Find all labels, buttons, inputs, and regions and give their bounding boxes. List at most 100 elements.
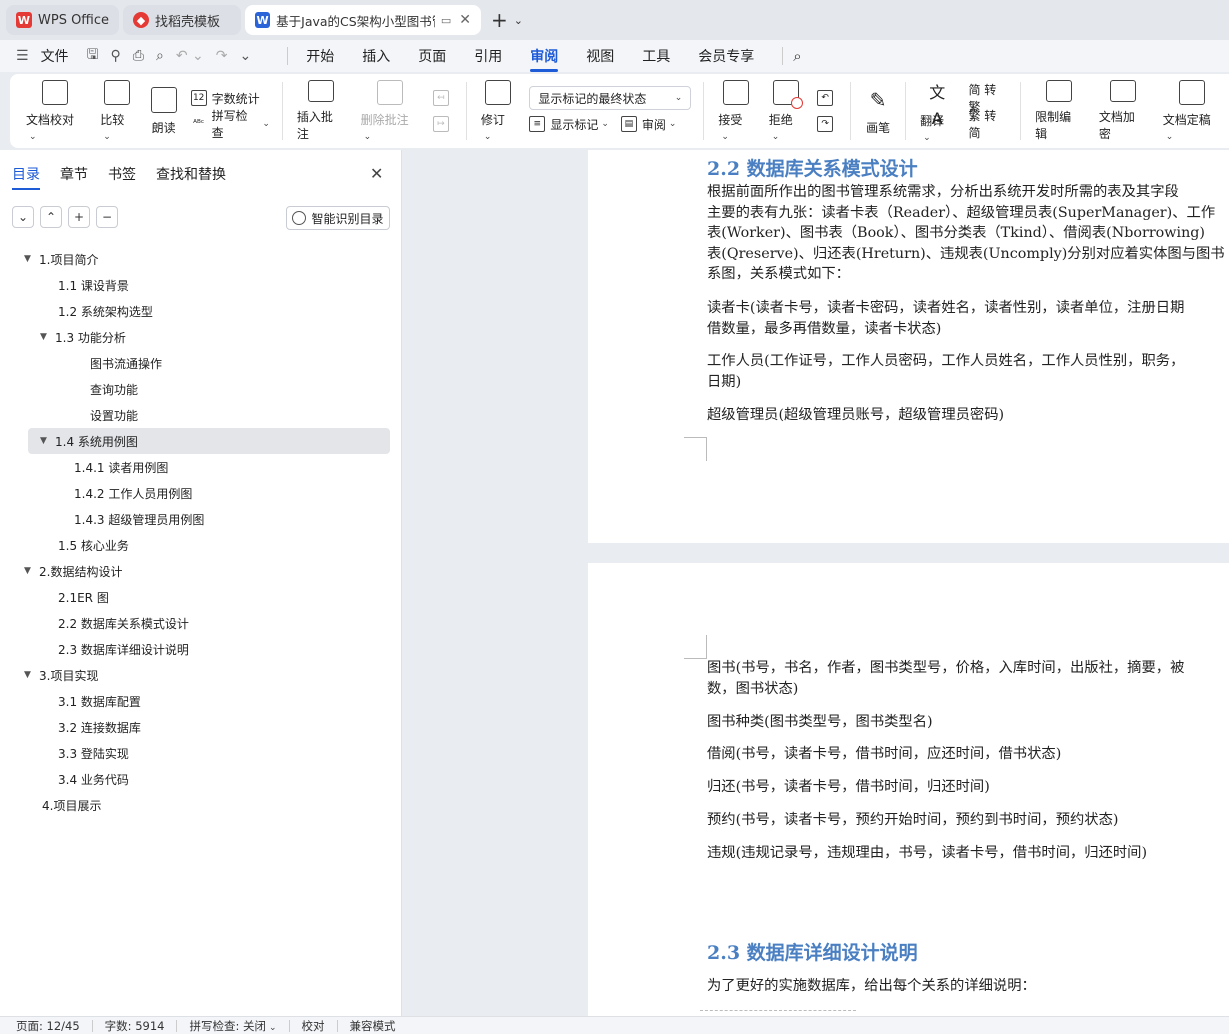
print-preview-icon[interactable]: ⌕ xyxy=(156,48,164,64)
chevron-down-icon[interactable]: ⌄ xyxy=(514,14,523,27)
toc-item[interactable]: 3.4 业务代码 xyxy=(0,766,402,792)
navigation-pane: 目录 章节 书签 查找和替换 ✕ ⌄ ⌃ + − 智能识别目录 ▼ 1.项目简介 1… xyxy=(0,150,402,1016)
tab-find-replace[interactable]: 查找和替换 xyxy=(156,164,226,184)
tab-bookmarks[interactable]: 书签 xyxy=(108,164,136,184)
delete-comment-button[interactable]: 删除批注⌄ xyxy=(353,80,427,142)
accept-button[interactable]: 接受⌄ xyxy=(710,80,760,142)
next-comment-icon[interactable]: ↦ xyxy=(432,116,449,132)
translate-button[interactable]: 文A 翻译⌄ xyxy=(912,80,962,143)
track-changes-button[interactable]: 修订⌄ xyxy=(473,80,523,142)
menu-review[interactable]: 审阅 xyxy=(530,46,559,72)
expand-triangle-icon[interactable]: ▼ xyxy=(40,332,52,342)
document-page[interactable]: 2.2 数据库关系模式设计 根据前面所作出的图书管理系统需求，分析出系统开发时所… xyxy=(588,150,1229,543)
encrypt-button[interactable]: 文档加密 xyxy=(1091,80,1155,142)
toc-item-label: 1.4.2 工作人员用例图 xyxy=(74,486,193,501)
toc-item[interactable]: 1.4.3 超级管理员用例图 xyxy=(0,506,402,532)
toc-item[interactable]: ▼ 1.3 功能分析 xyxy=(0,324,402,350)
show-markup-button[interactable]: ≡ 显示标记 ⌄ xyxy=(529,116,609,133)
menu-view[interactable]: 视图 xyxy=(586,46,614,66)
save-icon[interactable]: 🖫 xyxy=(87,44,99,68)
expand-triangle-icon[interactable]: ▼ xyxy=(24,254,36,264)
prev-comment-icon[interactable]: ↤ xyxy=(432,90,449,106)
finalize-button[interactable]: 文档定稿⌄ xyxy=(1155,80,1229,142)
tab-sections[interactable]: 章节 xyxy=(60,164,88,184)
tab-document[interactable]: W 基于Java的CS架构小型图书管 ▭ ✕ xyxy=(245,5,482,35)
menu-file[interactable]: 文件 xyxy=(41,46,69,66)
compare-icon xyxy=(104,80,131,105)
print-icon[interactable]: ⎙ xyxy=(133,48,144,64)
expand-icon[interactable]: ⌄ xyxy=(12,206,34,228)
toc-item[interactable]: 2.2 数据库关系模式设计 xyxy=(0,610,402,636)
tab-docer[interactable]: ◆ 找稻壳模板 xyxy=(123,5,242,35)
toc-item[interactable]: ▼ 3.项目实现 xyxy=(0,662,402,688)
toc-item[interactable]: ▼ 1.项目简介 xyxy=(0,246,402,272)
toc-item[interactable]: 4.项目展示 xyxy=(0,792,402,818)
hamburger-icon[interactable]: ☰ xyxy=(16,48,29,64)
word-count-indicator[interactable]: 字数: 5914 xyxy=(105,1018,165,1034)
toc-item[interactable]: 3.2 连接数据库 xyxy=(0,714,402,740)
ribbon-review: 文档校对⌄ 比较⌄ 朗读 12 字数统计 ᴬᴮᶜ 拼写检查 ⌄ 插入批注 删除批注⌄ … xyxy=(10,74,1229,148)
more-chevron-icon[interactable]: ⌄ xyxy=(239,48,251,64)
to-simplified-button[interactable]: 繁 转简 xyxy=(968,109,1008,140)
expand-triangle-icon[interactable]: ▼ xyxy=(40,436,52,446)
spell-check-button[interactable]: ᴬᴮᶜ 拼写检查 ⌄ xyxy=(191,109,270,140)
search-icon[interactable]: ⌕ xyxy=(793,47,801,65)
menu-page[interactable]: 页面 xyxy=(418,46,446,66)
review-pane-button[interactable]: ▤ 审阅 ⌄ xyxy=(620,116,676,133)
insert-comment-button[interactable]: 插入批注 xyxy=(289,80,353,142)
reject-button[interactable]: 拒绝⌄ xyxy=(761,80,811,142)
toc-item[interactable]: 1.4.1 读者用例图 xyxy=(0,454,402,480)
toc-item[interactable]: 2.1ER 图 xyxy=(0,584,402,610)
menu-member[interactable]: 会员专享 xyxy=(698,46,754,66)
delete-comment-icon xyxy=(376,80,403,105)
quick-access: ☰ 文件 🖫 ⚲ ⎙ ⌕ ↶ ⌄ ↷ ⌄ xyxy=(16,44,263,68)
add-icon[interactable]: + xyxy=(68,206,90,228)
toc-item[interactable]: 查询功能 xyxy=(0,376,402,402)
close-icon[interactable]: ✕ xyxy=(370,164,383,183)
doc-check-button[interactable]: 文档校对⌄ xyxy=(18,80,92,142)
menu-reference[interactable]: 引用 xyxy=(474,46,502,66)
undo-icon[interactable]: ↶ ⌄ xyxy=(176,48,204,64)
restrict-edit-button[interactable]: 限制编辑 xyxy=(1027,80,1091,142)
menu-start[interactable]: 开始 xyxy=(306,46,334,66)
smart-toc-button[interactable]: 智能识别目录 xyxy=(286,206,390,230)
document-canvas[interactable]: 2.2 数据库关系模式设计 根据前面所作出的图书管理系统需求，分析出系统开发时所… xyxy=(403,150,1229,1016)
toc-item[interactable]: 图书流通操作 xyxy=(0,350,402,376)
toc-item[interactable]: 3.3 登陆实现 xyxy=(0,740,402,766)
toc-item[interactable]: ▼ 2.数据结构设计 xyxy=(0,558,402,584)
read-aloud-icon xyxy=(150,86,177,113)
redo-icon[interactable]: ↷ xyxy=(216,48,228,64)
page-indicator[interactable]: 页面: 12/45 xyxy=(16,1018,80,1034)
expand-triangle-icon[interactable]: ▼ xyxy=(24,566,36,576)
toc-item[interactable]: 3.1 数据库配置 xyxy=(0,688,402,714)
link-icon[interactable]: ⚲ xyxy=(111,48,121,64)
tab-toc[interactable]: 目录 xyxy=(12,164,40,190)
toc-item[interactable]: 2.3 数据库详细设计说明 xyxy=(0,636,402,662)
menu-insert[interactable]: 插入 xyxy=(362,46,390,66)
toc-item[interactable]: ▼ 1.4 系统用例图 xyxy=(28,428,390,454)
tab-wps-office[interactable]: W WPS Office xyxy=(6,5,120,35)
menu-tools[interactable]: 工具 xyxy=(642,46,670,66)
paragraph: 根据前面所作出的图书管理系统需求，分析出系统开发时所需的表及其字段 主要的表有九张… xyxy=(707,184,1225,282)
toc-item[interactable]: 设置功能 xyxy=(0,402,402,428)
document-page[interactable]: 图书(书号，书名，作者，图书类型号，价格，入库时间，出版社，摘要，被 数，图书状态… xyxy=(588,563,1229,1016)
expand-triangle-icon[interactable]: ▼ xyxy=(24,670,36,680)
close-icon[interactable]: ✕ xyxy=(459,12,471,28)
markup-state-select[interactable]: 显示标记的最终状态 ⌄ xyxy=(529,86,692,110)
read-aloud-button[interactable]: 朗读 xyxy=(143,80,185,142)
remove-icon[interactable]: − xyxy=(96,206,118,228)
spell-check-status[interactable]: 拼写检查: 关闭 ⌄ xyxy=(189,1018,276,1034)
collapse-icon[interactable]: ⌃ xyxy=(40,206,62,228)
toc-item[interactable]: 1.2 系统架构选型 xyxy=(0,298,402,324)
toc-item[interactable]: 1.5 核心业务 xyxy=(0,532,402,558)
new-tab-icon[interactable]: + xyxy=(491,8,508,32)
pen-button[interactable]: ✎ 画笔 xyxy=(857,80,899,142)
proof-status[interactable]: 校对 xyxy=(302,1018,325,1034)
monitor-icon[interactable]: ▭ xyxy=(441,14,451,27)
toc-item[interactable]: 1.1 课设背景 xyxy=(0,272,402,298)
toc-item[interactable]: 1.4.2 工作人员用例图 xyxy=(0,480,402,506)
toc-item-label: 1.项目简介 xyxy=(39,252,99,267)
next-change-icon[interactable]: ↷ xyxy=(817,116,834,132)
compare-button[interactable]: 比较⌄ xyxy=(92,80,142,142)
prev-change-icon[interactable]: ↶ xyxy=(817,90,834,106)
